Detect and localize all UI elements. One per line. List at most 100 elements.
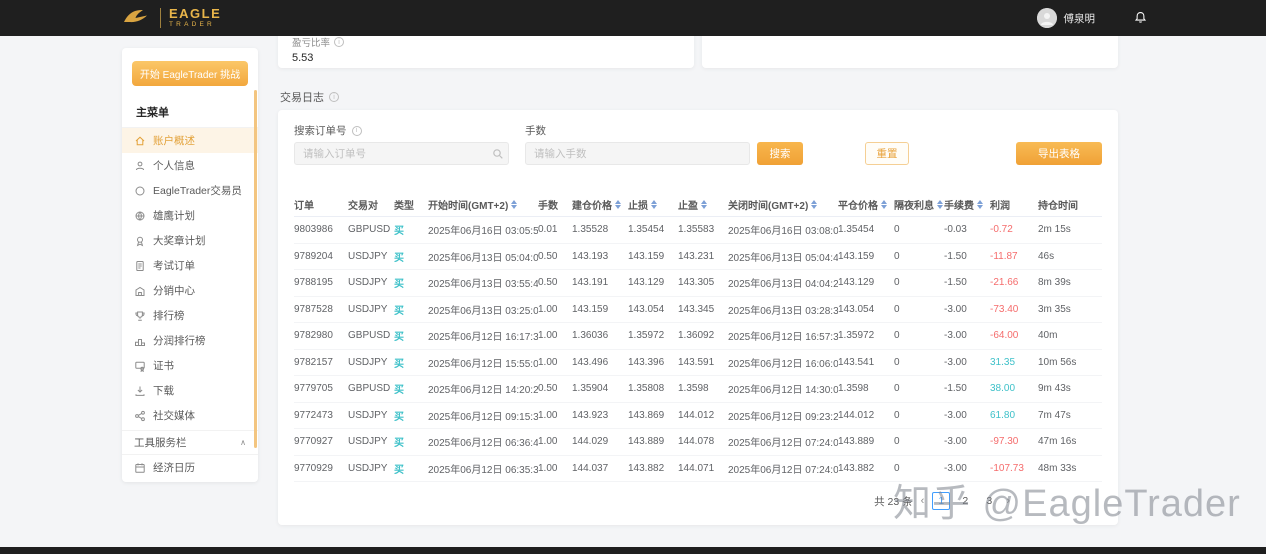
cell-fee: -3.00 [944, 410, 990, 421]
column-header[interactable]: 订单 [294, 197, 348, 212]
order-search-label: 搜索订单号 i [294, 123, 362, 138]
table-row[interactable]: 9789204USDJPY买2025年06月13日 05:04:000.5014… [294, 244, 1102, 271]
column-label: 建仓价格 [572, 197, 612, 212]
order-search-input[interactable] [294, 142, 509, 165]
lots-input[interactable] [525, 142, 750, 165]
cell-close_time: 2025年06月13日 04:04:23 [728, 275, 838, 290]
sidebar-item-exam-orders[interactable]: 考试订单 [122, 253, 258, 278]
cell-close_time: 2025年06月12日 16:06:00 [728, 355, 838, 370]
column-header[interactable]: 止盈 [678, 197, 728, 212]
sidebar-section-title: 主菜单 [122, 96, 258, 128]
cell-lots: 0.50 [538, 251, 572, 262]
cell-open_time: 2025年06月13日 05:04:00 [428, 249, 538, 264]
column-header[interactable]: 手数 [538, 197, 572, 212]
column-header[interactable]: 交易对 [348, 197, 394, 212]
cell-type: 买 [394, 328, 428, 343]
sort-caret-icon[interactable] [881, 200, 887, 209]
cell-swap: 0 [894, 436, 944, 447]
cell-pair: USDJPY [348, 304, 394, 315]
cell-swap: 0 [894, 277, 944, 288]
cell-open_time: 2025年06月13日 03:55:44 [428, 275, 538, 290]
sidebar-item-download[interactable]: 下载 [122, 378, 258, 403]
sidebar-item-social-media[interactable]: 社交媒体 [122, 403, 258, 428]
table-row[interactable]: 9782157USDJPY买2025年06月12日 15:55:041.0014… [294, 350, 1102, 377]
cell-open_price: 143.159 [572, 304, 628, 315]
watermark: 知乎 @EagleTrader [893, 472, 1241, 527]
cell-duration: 2m 15s [1038, 224, 1102, 235]
sort-caret-icon[interactable] [651, 200, 657, 209]
sidebar-item-leaderboard[interactable]: 排行榜 [122, 303, 258, 328]
sort-caret-icon[interactable] [615, 200, 621, 209]
cell-close_time: 2025年06月12日 09:23:25 [728, 408, 838, 423]
sort-caret-icon[interactable] [977, 200, 983, 209]
notification-bell-icon[interactable] [1133, 10, 1148, 26]
sort-caret-icon[interactable] [937, 200, 943, 209]
table-row[interactable]: 9772473USDJPY买2025年06月12日 09:15:381.0014… [294, 403, 1102, 430]
cell-swap: 0 [894, 251, 944, 262]
cell-take_profit: 143.345 [678, 304, 728, 315]
calendar-icon [134, 462, 146, 474]
sidebar-item-label: 账户概述 [153, 133, 195, 148]
chevron-up-icon[interactable]: ∧ [240, 438, 246, 447]
start-challenge-button[interactable]: 开始 EagleTrader 挑战 [132, 61, 248, 86]
column-header[interactable]: 利润 [990, 197, 1038, 212]
cell-swap: 0 [894, 304, 944, 315]
sidebar-item-eagle-plan[interactable]: 雄鹰计划 [122, 203, 258, 228]
column-header[interactable]: 平仓价格 [838, 197, 894, 212]
column-header[interactable]: 关闭时间(GMT+2) [728, 197, 838, 212]
table-row[interactable]: 9782980GBPUSD买2025年06月12日 16:17:351.001.… [294, 323, 1102, 350]
table-row[interactable]: 9788195USDJPY买2025年06月13日 03:55:440.5014… [294, 270, 1102, 297]
table-row[interactable]: 9770927USDJPY买2025年06月12日 06:36:471.0014… [294, 429, 1102, 456]
sort-caret-icon[interactable] [701, 200, 707, 209]
table-row[interactable]: 9787528USDJPY买2025年06月13日 03:25:031.0014… [294, 297, 1102, 324]
column-header[interactable]: 隔夜利息 [894, 197, 944, 212]
search-button[interactable]: 搜索 [757, 142, 803, 165]
sidebar-item-economic-calendar[interactable]: 经济日历 [122, 455, 258, 480]
cell-open_time: 2025年06月16日 03:05:50 [428, 222, 538, 237]
column-header[interactable]: 类型 [394, 197, 428, 212]
sidebar-item-distribution-center[interactable]: 分销中心 [122, 278, 258, 303]
avatar[interactable] [1037, 8, 1057, 28]
sort-caret-icon[interactable] [811, 200, 817, 209]
cell-profit: -11.87 [990, 251, 1038, 262]
cell-lots: 0.01 [538, 224, 572, 235]
column-header[interactable]: 手续费 [944, 197, 990, 212]
cell-order: 9787528 [294, 304, 348, 315]
column-header[interactable]: 持仓时间 [1038, 197, 1102, 212]
sidebar-item-account-overview[interactable]: 账户概述 [122, 128, 258, 153]
export-table-button[interactable]: 导出表格 [1016, 142, 1102, 165]
sidebar-item-certificate[interactable]: 证书 [122, 353, 258, 378]
cell-type: 买 [394, 408, 428, 423]
info-icon[interactable]: i [352, 126, 362, 136]
logo-line2: TRADER [169, 22, 221, 29]
cell-close_price: 1.35454 [838, 224, 894, 235]
sidebar-item-personal-info[interactable]: 个人信息 [122, 153, 258, 178]
sort-caret-icon[interactable] [511, 200, 517, 209]
table-row[interactable]: 9803986GBPUSD买2025年06月16日 03:05:500.011.… [294, 217, 1102, 244]
cell-stop_loss: 143.396 [628, 357, 678, 368]
user-menu[interactable]: 傅泉明 [1037, 8, 1096, 28]
cell-open_price: 1.35904 [572, 383, 628, 394]
cell-stop_loss: 143.159 [628, 251, 678, 262]
cell-close_price: 143.882 [838, 463, 894, 474]
column-header[interactable]: 开始时间(GMT+2) [428, 197, 538, 212]
info-icon[interactable]: i [334, 37, 344, 47]
table-row[interactable]: 9779705GBPUSD买2025年06月12日 14:20:200.501.… [294, 376, 1102, 403]
sidebar-item-eagletrader-trader[interactable]: EagleTrader交易员 [122, 178, 258, 203]
sidebar-scrollbar[interactable] [254, 90, 257, 448]
sidebar-item-tools-bar[interactable]: 工具服务栏∧ [122, 430, 258, 455]
sidebar-item-profit-leaderboard[interactable]: 分润排行榜 [122, 328, 258, 353]
cell-duration: 3m 35s [1038, 304, 1102, 315]
sidebar-item-label: EagleTrader交易员 [153, 183, 242, 198]
reset-button[interactable]: 重置 [865, 142, 909, 165]
cell-open_price: 143.496 [572, 357, 628, 368]
cell-stop_loss: 143.869 [628, 410, 678, 421]
cell-fee: -1.50 [944, 383, 990, 394]
cell-type: 买 [394, 381, 428, 396]
cell-close_price: 1.35972 [838, 330, 894, 341]
sidebar-item-medal-plan[interactable]: 大奖章计划 [122, 228, 258, 253]
info-icon[interactable]: i [329, 92, 339, 102]
column-header[interactable]: 止损 [628, 197, 678, 212]
column-header[interactable]: 建仓价格 [572, 197, 628, 212]
cell-type: 买 [394, 355, 428, 370]
